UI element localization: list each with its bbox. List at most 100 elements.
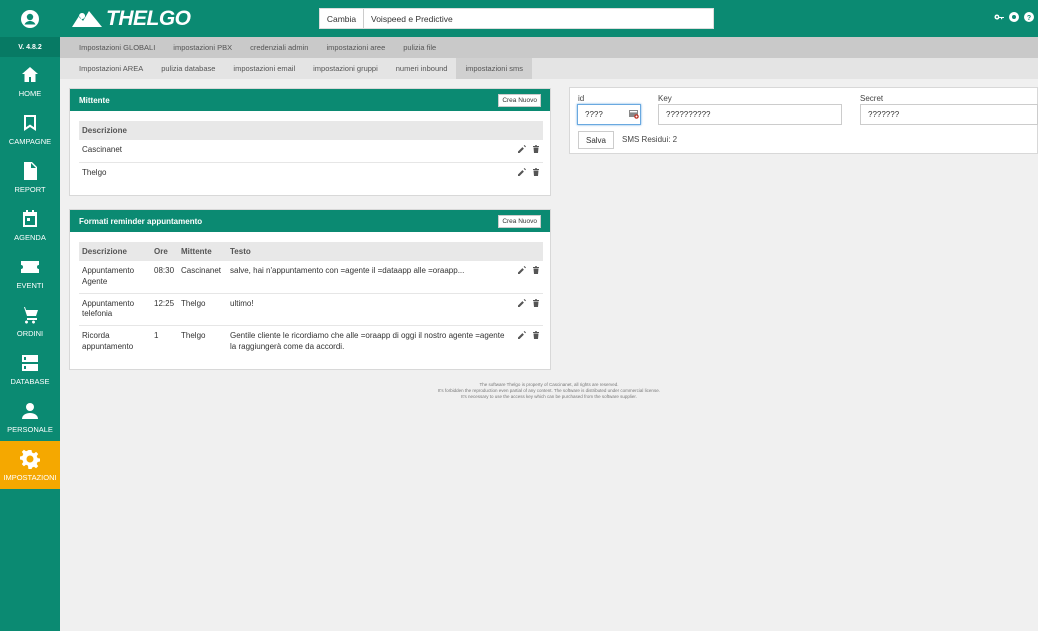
document-icon xyxy=(24,161,37,180)
edit-icon[interactable] xyxy=(517,167,526,176)
sidebar-item-label: IMPOSTAZIONI xyxy=(3,472,57,482)
key-icon[interactable] xyxy=(994,12,1004,22)
formato-testo: salve, hai n'appuntamento con =agente il… xyxy=(227,261,511,294)
edit-icon[interactable] xyxy=(517,266,526,274)
help-icon[interactable]: ? xyxy=(1024,12,1034,22)
sidebar-item-agenda[interactable]: AGENDA xyxy=(0,201,60,249)
secret-input[interactable] xyxy=(860,104,1038,125)
sidebar-item-label: REPORT xyxy=(14,184,46,194)
settings-tabs-row2: Impostazioni AREA pulizia database impos… xyxy=(60,58,1038,79)
mittente-name: Thelgo xyxy=(82,167,107,177)
sidebar-item-label: DATABASE xyxy=(10,376,50,386)
formato-descrizione: Appuntamento telefonia xyxy=(79,293,151,327)
sms-credentials-form: id Key Secret Salva SMS Residui: 2 xyxy=(569,87,1038,154)
sidebar-item-personale[interactable]: PERSONALE xyxy=(0,393,60,441)
mittente-table: Descrizione Cascinanet Thelgo xyxy=(79,121,543,185)
user-avatar[interactable] xyxy=(0,0,60,37)
gear-icon xyxy=(20,449,40,469)
column-header-ore: Ore xyxy=(151,242,178,261)
edit-icon[interactable] xyxy=(517,145,526,153)
logo-text: THELGO xyxy=(106,7,191,30)
sidebar: V. 4.8.2 HOME CAMPAGNE REPORT AGENDA EVE… xyxy=(0,0,60,631)
person-icon xyxy=(22,402,38,419)
formato-mittente: Cascinanet xyxy=(178,261,227,294)
trash-icon[interactable] xyxy=(532,145,540,153)
formato-descrizione: Appuntamento Agente xyxy=(79,261,151,294)
calendar-icon xyxy=(23,209,37,227)
mittente-create-button[interactable]: Crea Nuovo xyxy=(498,93,541,107)
tab-impostazioni-aree[interactable]: impostazioni aree xyxy=(317,37,394,58)
formato-mittente: Thelgo xyxy=(178,293,227,327)
edit-icon[interactable] xyxy=(517,298,526,307)
formati-title: Formati reminder appuntamento xyxy=(79,216,203,226)
footer-line: It's necessary to use the access key whi… xyxy=(461,393,637,399)
tab-impostazioni-globali[interactable]: Impostazioni GLOBALI xyxy=(70,37,164,58)
trash-icon[interactable] xyxy=(532,266,540,274)
key-label: Key xyxy=(658,94,672,103)
sms-residui: SMS Residui: 2 xyxy=(622,135,678,144)
tab-impostazioni-pbx[interactable]: impostazioni PBX xyxy=(164,37,241,58)
tab-impostazioni-email[interactable]: impostazioni email xyxy=(224,58,304,79)
sidebar-item-ordini[interactable]: ORDINI xyxy=(0,297,60,345)
server-icon xyxy=(22,354,38,371)
cambia-button[interactable]: Cambia xyxy=(320,9,364,28)
formati-create-button[interactable]: Crea Nuovo xyxy=(498,214,541,228)
column-header-testo: Testo xyxy=(227,242,511,261)
top-header: THELGO Cambia ? xyxy=(60,0,1038,37)
edit-icon[interactable] xyxy=(517,331,526,340)
thelgo-logo[interactable]: THELGO xyxy=(72,7,191,31)
contact-card-icon[interactable] xyxy=(629,109,639,119)
formato-descrizione: Ricorda appuntamento xyxy=(82,331,134,351)
tab-credenziali-admin[interactable]: credenziali admin xyxy=(241,37,317,58)
header-icons: ? xyxy=(994,12,1034,22)
formato-mittente: Thelgo xyxy=(181,331,206,341)
id-label: id xyxy=(578,94,585,103)
tab-impostazioni-gruppi[interactable]: impostazioni gruppi xyxy=(304,58,387,79)
cart-icon xyxy=(21,306,38,324)
formato-testo: Gentile cliente le ricordiamo che alle =… xyxy=(230,331,505,351)
trash-icon[interactable] xyxy=(532,298,540,307)
bookmark-icon xyxy=(24,114,36,131)
sidebar-item-label: CAMPAGNE xyxy=(8,136,52,146)
trash-icon[interactable] xyxy=(532,331,540,340)
ticket-icon xyxy=(21,260,39,273)
formati-table: Descrizione Ore Mittente Testo Appuntame… xyxy=(79,242,543,358)
secret-label: Secret xyxy=(860,94,884,103)
sidebar-item-campagne[interactable]: CAMPAGNE xyxy=(0,105,60,153)
formato-ore: 08:30 xyxy=(151,261,178,294)
column-header-descrizione: Descrizione xyxy=(79,242,151,261)
column-header-descrizione: Descrizione xyxy=(79,121,511,140)
sidebar-item-home[interactable]: HOME xyxy=(0,57,60,105)
tab-pulizia-database[interactable]: pulizia database xyxy=(152,58,224,79)
tab-numeri-inbound[interactable]: numeri inbound xyxy=(387,58,457,79)
save-button[interactable]: Salva xyxy=(578,131,614,149)
tab-impostazioni-sms[interactable]: impostazioni sms xyxy=(456,58,532,79)
sidebar-item-label: EVENTI xyxy=(16,280,44,290)
key-input[interactable] xyxy=(658,104,842,125)
logo-icon xyxy=(72,11,102,27)
table-row: Appuntamento telefonia 12:25 Thelgo ulti… xyxy=(79,293,543,327)
settings-tabs-row1: Impostazioni GLOBALI impostazioni PBX cr… xyxy=(60,37,1038,58)
table-row: Ricorda appuntamento 1 Thelgo Gentile cl… xyxy=(79,326,543,358)
sidebar-item-report[interactable]: REPORT xyxy=(0,153,60,201)
mittente-name: Cascinanet xyxy=(79,140,511,163)
lifebuoy-icon[interactable] xyxy=(1009,12,1019,22)
sidebar-item-label: AGENDA xyxy=(14,232,46,242)
formato-ore: 1 xyxy=(154,331,159,341)
tab-pulizia-file[interactable]: pulizia file xyxy=(394,37,445,58)
sidebar-item-label: ORDINI xyxy=(16,328,44,338)
trash-icon[interactable] xyxy=(532,167,540,176)
sidebar-item-eventi[interactable]: EVENTI xyxy=(0,249,60,297)
sidebar-item-database[interactable]: DATABASE xyxy=(0,345,60,393)
column-header-mittente: Mittente xyxy=(178,242,227,261)
mittente-panel: Mittente Crea Nuovo Descrizione Cascinan… xyxy=(69,88,551,196)
user-circle-icon[interactable] xyxy=(20,9,40,29)
area-search-input[interactable] xyxy=(364,9,713,28)
tab-impostazioni-area[interactable]: Impostazioni AREA xyxy=(70,58,152,79)
area-switcher: Cambia xyxy=(319,8,714,29)
formati-panel-header: Formati reminder appuntamento Crea Nuovo xyxy=(70,210,550,232)
sidebar-item-label: PERSONALE xyxy=(7,424,53,434)
home-icon xyxy=(22,66,38,82)
sidebar-item-impostazioni[interactable]: IMPOSTAZIONI xyxy=(0,441,60,489)
footer-license: The software Thelgo is property of Casci… xyxy=(60,382,1038,400)
